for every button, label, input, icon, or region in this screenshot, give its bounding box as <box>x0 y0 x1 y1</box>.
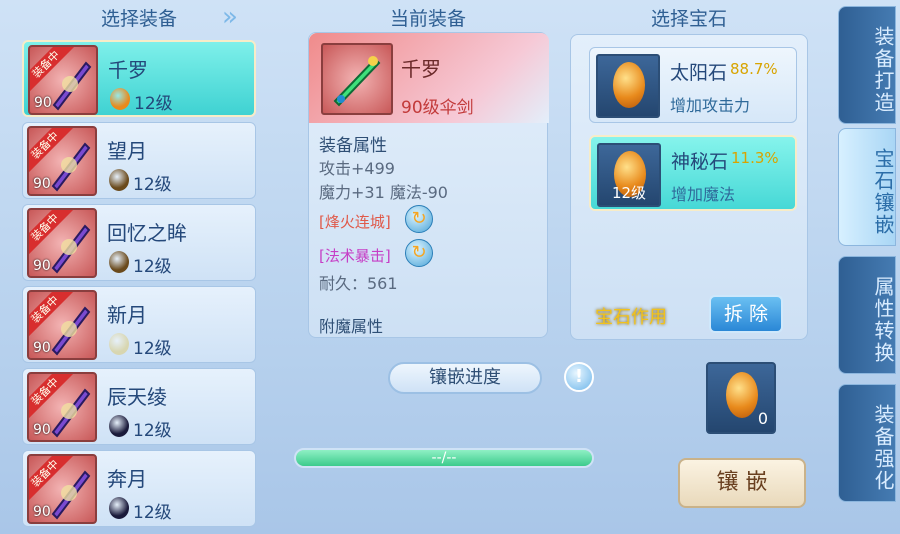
equipment-item[interactable]: 装备中 90 辰天绫 12级 <box>22 368 256 445</box>
side-tab[interactable]: 属性转换 <box>838 256 896 374</box>
progress-text: --/-- <box>431 450 457 466</box>
gem-icon <box>109 415 129 437</box>
gem-card[interactable]: 太阳石 88.7% 增加攻击力 <box>589 47 797 123</box>
equipment-thumbnail: 装备中 90 <box>27 372 97 442</box>
equipment-thumbnail: 装备中 90 <box>27 208 97 278</box>
scroll-arrow-icon[interactable]: » <box>222 2 252 32</box>
gem-level: 12级 <box>134 94 173 114</box>
gem-rate: 88.7% <box>730 60 778 78</box>
game-window: 选择装备 当前装备 选择宝石 » 装备中 90 千罗 12级 装备中 90 望月 12级 装备中… <box>0 0 900 534</box>
equipment-name: 奔月 <box>107 467 147 491</box>
side-tab[interactable]: 装备强化 <box>838 384 896 502</box>
side-tab[interactable]: 宝石镶嵌 <box>838 128 896 246</box>
equipment-thumbnail: 装备中 90 <box>27 454 97 524</box>
current-equipment-thumbnail <box>321 43 393 115</box>
gem-icon <box>109 169 129 191</box>
equipment-name: 新月 <box>107 303 147 327</box>
attr-magic: 魔力+31 魔法-90 <box>319 183 448 202</box>
gem-level: 12级 <box>133 257 172 277</box>
side-tab[interactable]: 装备打造 <box>838 6 896 124</box>
gem-icon <box>109 251 129 273</box>
gem-desc: 增加攻击力 <box>670 96 751 115</box>
gem-icon <box>109 333 129 355</box>
equipment-item[interactable]: 装备中 90 奔月 12级 <box>22 450 256 527</box>
equipment-thumbnail: 装备中 90 <box>28 45 98 115</box>
equipment-thumbnail: 装备中 90 <box>27 290 97 360</box>
equipment-list: 装备中 90 千罗 12级 装备中 90 望月 12级 装备中 90 回忆之眸 12级 装备中 90 新月 1… <box>22 40 256 534</box>
skill-1: [烽火连城] <box>319 213 391 231</box>
equipment-name: 辰天绫 <box>107 385 167 409</box>
inlay-progress-label: 镶嵌进度 <box>388 362 542 394</box>
gem-icon <box>109 497 129 519</box>
gem-card[interactable]: 12级 神秘石 11.3% 增加魔法 <box>589 135 797 211</box>
equipment-level: 90 <box>34 95 52 111</box>
current-equipment-panel: 千罗 90级伞剑 装备属性 攻击+499 魔力+31 魔法-90 [烽火连城] … <box>308 32 549 338</box>
gem-desc: 增加魔法 <box>671 185 736 204</box>
gem-level: 12级 <box>133 175 172 195</box>
gem-name: 太阳石 <box>670 62 728 84</box>
select-gem-title: 选择宝石 <box>650 8 727 30</box>
current-equipment-type: 90级伞剑 <box>401 98 474 118</box>
gem-panel: 太阳石 88.7% 增加攻击力 12级 神秘石 11.3% 增加魔法 宝石作用 拆 除 <box>570 34 808 340</box>
inlay-button[interactable]: 镶 嵌 <box>678 458 806 508</box>
gem-level: 12级 <box>133 421 172 441</box>
equipment-item[interactable]: 装备中 90 新月 12级 <box>22 286 256 363</box>
progress-bar: --/-- <box>294 448 594 468</box>
gem-level: 12级 <box>133 339 172 359</box>
equipment-level: 90 <box>33 176 51 192</box>
gem-slot <box>596 54 660 118</box>
gem-slot: 12级 <box>597 143 661 207</box>
mystic-stone-icon <box>726 372 758 418</box>
equipment-name: 千罗 <box>108 58 148 82</box>
gem-rate: 11.3% <box>731 149 779 167</box>
refresh-skill-1-icon[interactable]: ↻ <box>405 205 433 233</box>
skill-2: [法术暴击] <box>319 247 391 265</box>
equipment-item[interactable]: 装备中 90 回忆之眸 12级 <box>22 204 256 281</box>
select-equipment-title: 选择装备 <box>100 8 177 30</box>
gem-icon <box>110 88 130 110</box>
gem-level: 12级 <box>133 503 172 523</box>
remove-button[interactable]: 拆 除 <box>709 295 783 333</box>
info-icon[interactable]: ! <box>564 362 594 392</box>
inlay-gem-slot[interactable]: 0 <box>706 362 776 434</box>
equipment-level: 90 <box>33 340 51 356</box>
equipment-name: 望月 <box>107 139 147 163</box>
gem-card-level: 12级 <box>611 184 647 202</box>
enchant-title: 附魔属性 <box>319 317 384 336</box>
sword-icon <box>333 56 381 107</box>
equipment-level: 90 <box>33 504 51 520</box>
equipment-thumbnail: 装备中 90 <box>27 126 97 196</box>
current-equipment-title: 当前装备 <box>389 8 466 30</box>
gem-count: 0 <box>757 409 768 428</box>
equipment-item[interactable]: 装备中 90 千罗 12级 <box>22 40 256 117</box>
gem-effect-label: 宝石作用 <box>595 307 667 328</box>
refresh-skill-2-icon[interactable]: ↻ <box>405 239 433 267</box>
attr-title: 装备属性 <box>319 136 387 156</box>
current-equipment-name: 千罗 <box>401 57 441 81</box>
gem-name: 神秘石 <box>671 151 729 173</box>
attr-attack: 攻击+499 <box>319 159 395 178</box>
gem-icon <box>613 62 645 108</box>
equipment-item[interactable]: 装备中 90 望月 12级 <box>22 122 256 199</box>
equipment-name: 回忆之眸 <box>107 221 187 245</box>
equipment-level: 90 <box>33 258 51 274</box>
equipment-level: 90 <box>33 422 51 438</box>
durability: 耐久：561 <box>319 274 398 293</box>
